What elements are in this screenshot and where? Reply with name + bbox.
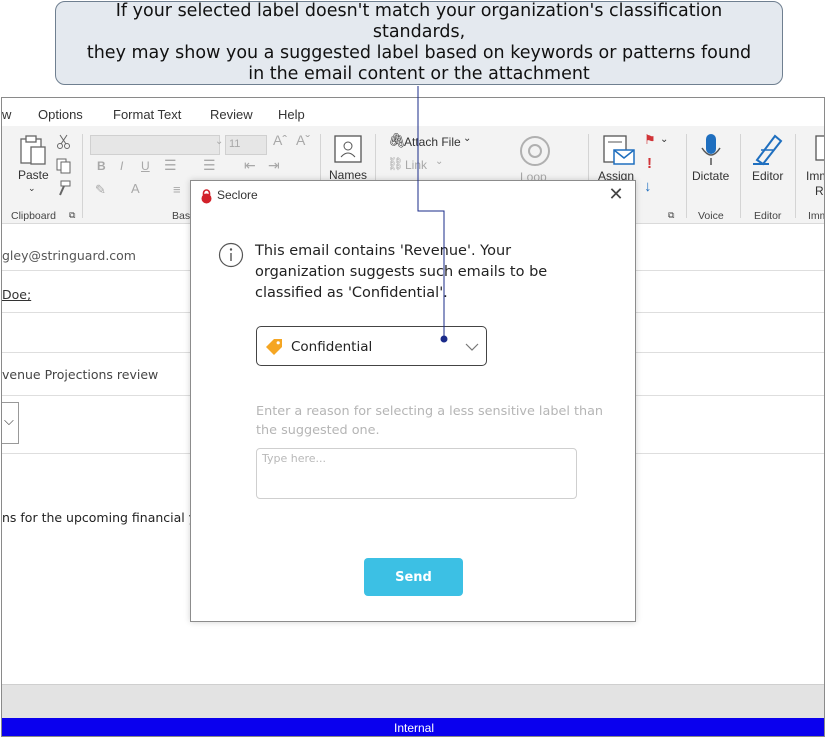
italic-icon[interactable]: I — [120, 159, 123, 173]
decrease-indent-icon[interactable]: ⇤ — [244, 157, 256, 174]
to-recipient[interactable]: Doe; — [2, 287, 31, 302]
highlight-icon[interactable]: ✎ — [95, 182, 106, 198]
high-importance-icon[interactable]: ! — [647, 155, 652, 172]
email-body-text[interactable]: ns for the upcoming financial ye — [2, 510, 204, 525]
clipboard-launcher-icon[interactable]: ⧉ — [69, 210, 75, 221]
link-icon[interactable]: ⛓ — [387, 156, 404, 172]
assign-icon[interactable] — [602, 134, 636, 168]
bold-icon[interactable]: B — [97, 159, 106, 173]
instruction-callout: If your selected label doesn't match you… — [55, 1, 783, 85]
align-icon[interactable]: ≡ — [173, 182, 181, 197]
attach-file-label[interactable]: Attach File — [404, 135, 461, 149]
bullets-icon[interactable]: ☰ — [164, 157, 177, 174]
reason-input[interactable] — [256, 448, 577, 499]
send-button[interactable]: Send — [364, 558, 463, 596]
close-button[interactable]: ✕ — [605, 184, 627, 206]
seclore-dialog: Seclore ✕ This email contains 'Revenue'.… — [190, 180, 636, 622]
subject-value: venue Projections review — [2, 367, 159, 382]
microphone-icon[interactable] — [699, 132, 723, 168]
link-label[interactable]: Link — [405, 158, 427, 172]
tags-launcher-icon[interactable]: ⧉ — [668, 210, 674, 221]
font-size-dropdown[interactable]: 11 — [225, 135, 267, 155]
info-icon — [218, 242, 244, 268]
format-painter-icon[interactable] — [56, 180, 72, 196]
selected-label: Confidential — [291, 339, 373, 355]
immersive-label-line2[interactable]: Re — [815, 184, 824, 198]
font-size-value: 11 — [229, 138, 241, 150]
immersive-label-line1[interactable]: Imm — [806, 169, 824, 183]
link-chevron-icon[interactable]: ⌄ — [435, 156, 443, 167]
group-label-editor: Editor — [754, 210, 782, 222]
dictate-label[interactable]: Dictate — [692, 169, 729, 183]
flag-chevron-icon[interactable]: ⌄ — [660, 134, 668, 145]
numbering-icon[interactable]: ☰ — [203, 157, 216, 174]
cut-icon[interactable] — [56, 134, 72, 150]
callout-text: If your selected label doesn't match you… — [86, 1, 752, 84]
chevron-down-icon — [465, 343, 479, 351]
low-importance-icon[interactable]: ↓ — [644, 178, 652, 195]
paste-label[interactable]: Paste — [18, 168, 49, 182]
font-name-dropdown[interactable] — [90, 135, 220, 155]
loop-icon[interactable] — [518, 134, 552, 168]
shrink-font-icon[interactable]: Aˇ — [296, 132, 310, 148]
divider — [686, 134, 687, 218]
editor-pen-icon[interactable] — [751, 132, 783, 166]
classification-status-bar: Internal — [2, 718, 824, 736]
font-name-chevron-icon[interactable]: ⌄ — [215, 136, 223, 147]
divider — [795, 134, 796, 218]
immersive-reader-icon[interactable] — [814, 134, 825, 164]
group-label-clipboard: Clipboard — [11, 210, 56, 222]
footer-area — [2, 684, 824, 718]
group-label-voice: Voice — [698, 210, 724, 222]
tag-icon — [266, 339, 282, 355]
paste-dropdown-icon[interactable]: ⌄ — [28, 183, 36, 194]
suggestion-message: This email contains 'Revenue'. Your orga… — [255, 243, 548, 301]
divider — [82, 134, 83, 218]
editor-label[interactable]: Editor — [752, 169, 783, 183]
grow-font-icon[interactable]: Aˆ — [273, 132, 287, 148]
increase-indent-icon[interactable]: ⇥ — [268, 157, 280, 174]
seclore-lock-icon — [201, 189, 212, 204]
copy-icon[interactable] — [56, 158, 72, 174]
paste-icon[interactable] — [18, 134, 48, 166]
address-book-icon[interactable] — [333, 134, 363, 164]
tab-options[interactable]: Options — [38, 107, 83, 122]
reason-label: Enter a reason for selecting a less sens… — [256, 404, 604, 438]
group-label-immersive: Imm — [808, 210, 824, 222]
font-color-icon[interactable]: A — [131, 181, 140, 196]
tab-format-text[interactable]: Format Text — [113, 107, 181, 122]
tab-view[interactable]: w — [2, 107, 11, 122]
dialog-title: Seclore — [217, 188, 258, 202]
attach-file-chevron-icon[interactable]: ⌄ — [463, 133, 471, 144]
tab-review[interactable]: Review — [210, 107, 253, 122]
tab-help[interactable]: Help — [278, 107, 305, 122]
divider — [740, 134, 741, 218]
flag-icon[interactable]: ⚑ — [644, 132, 656, 148]
from-value: gley@stringuard.com — [2, 248, 136, 263]
label-dropdown[interactable]: Confidential — [256, 326, 487, 366]
underline-icon[interactable]: U — [141, 159, 150, 173]
